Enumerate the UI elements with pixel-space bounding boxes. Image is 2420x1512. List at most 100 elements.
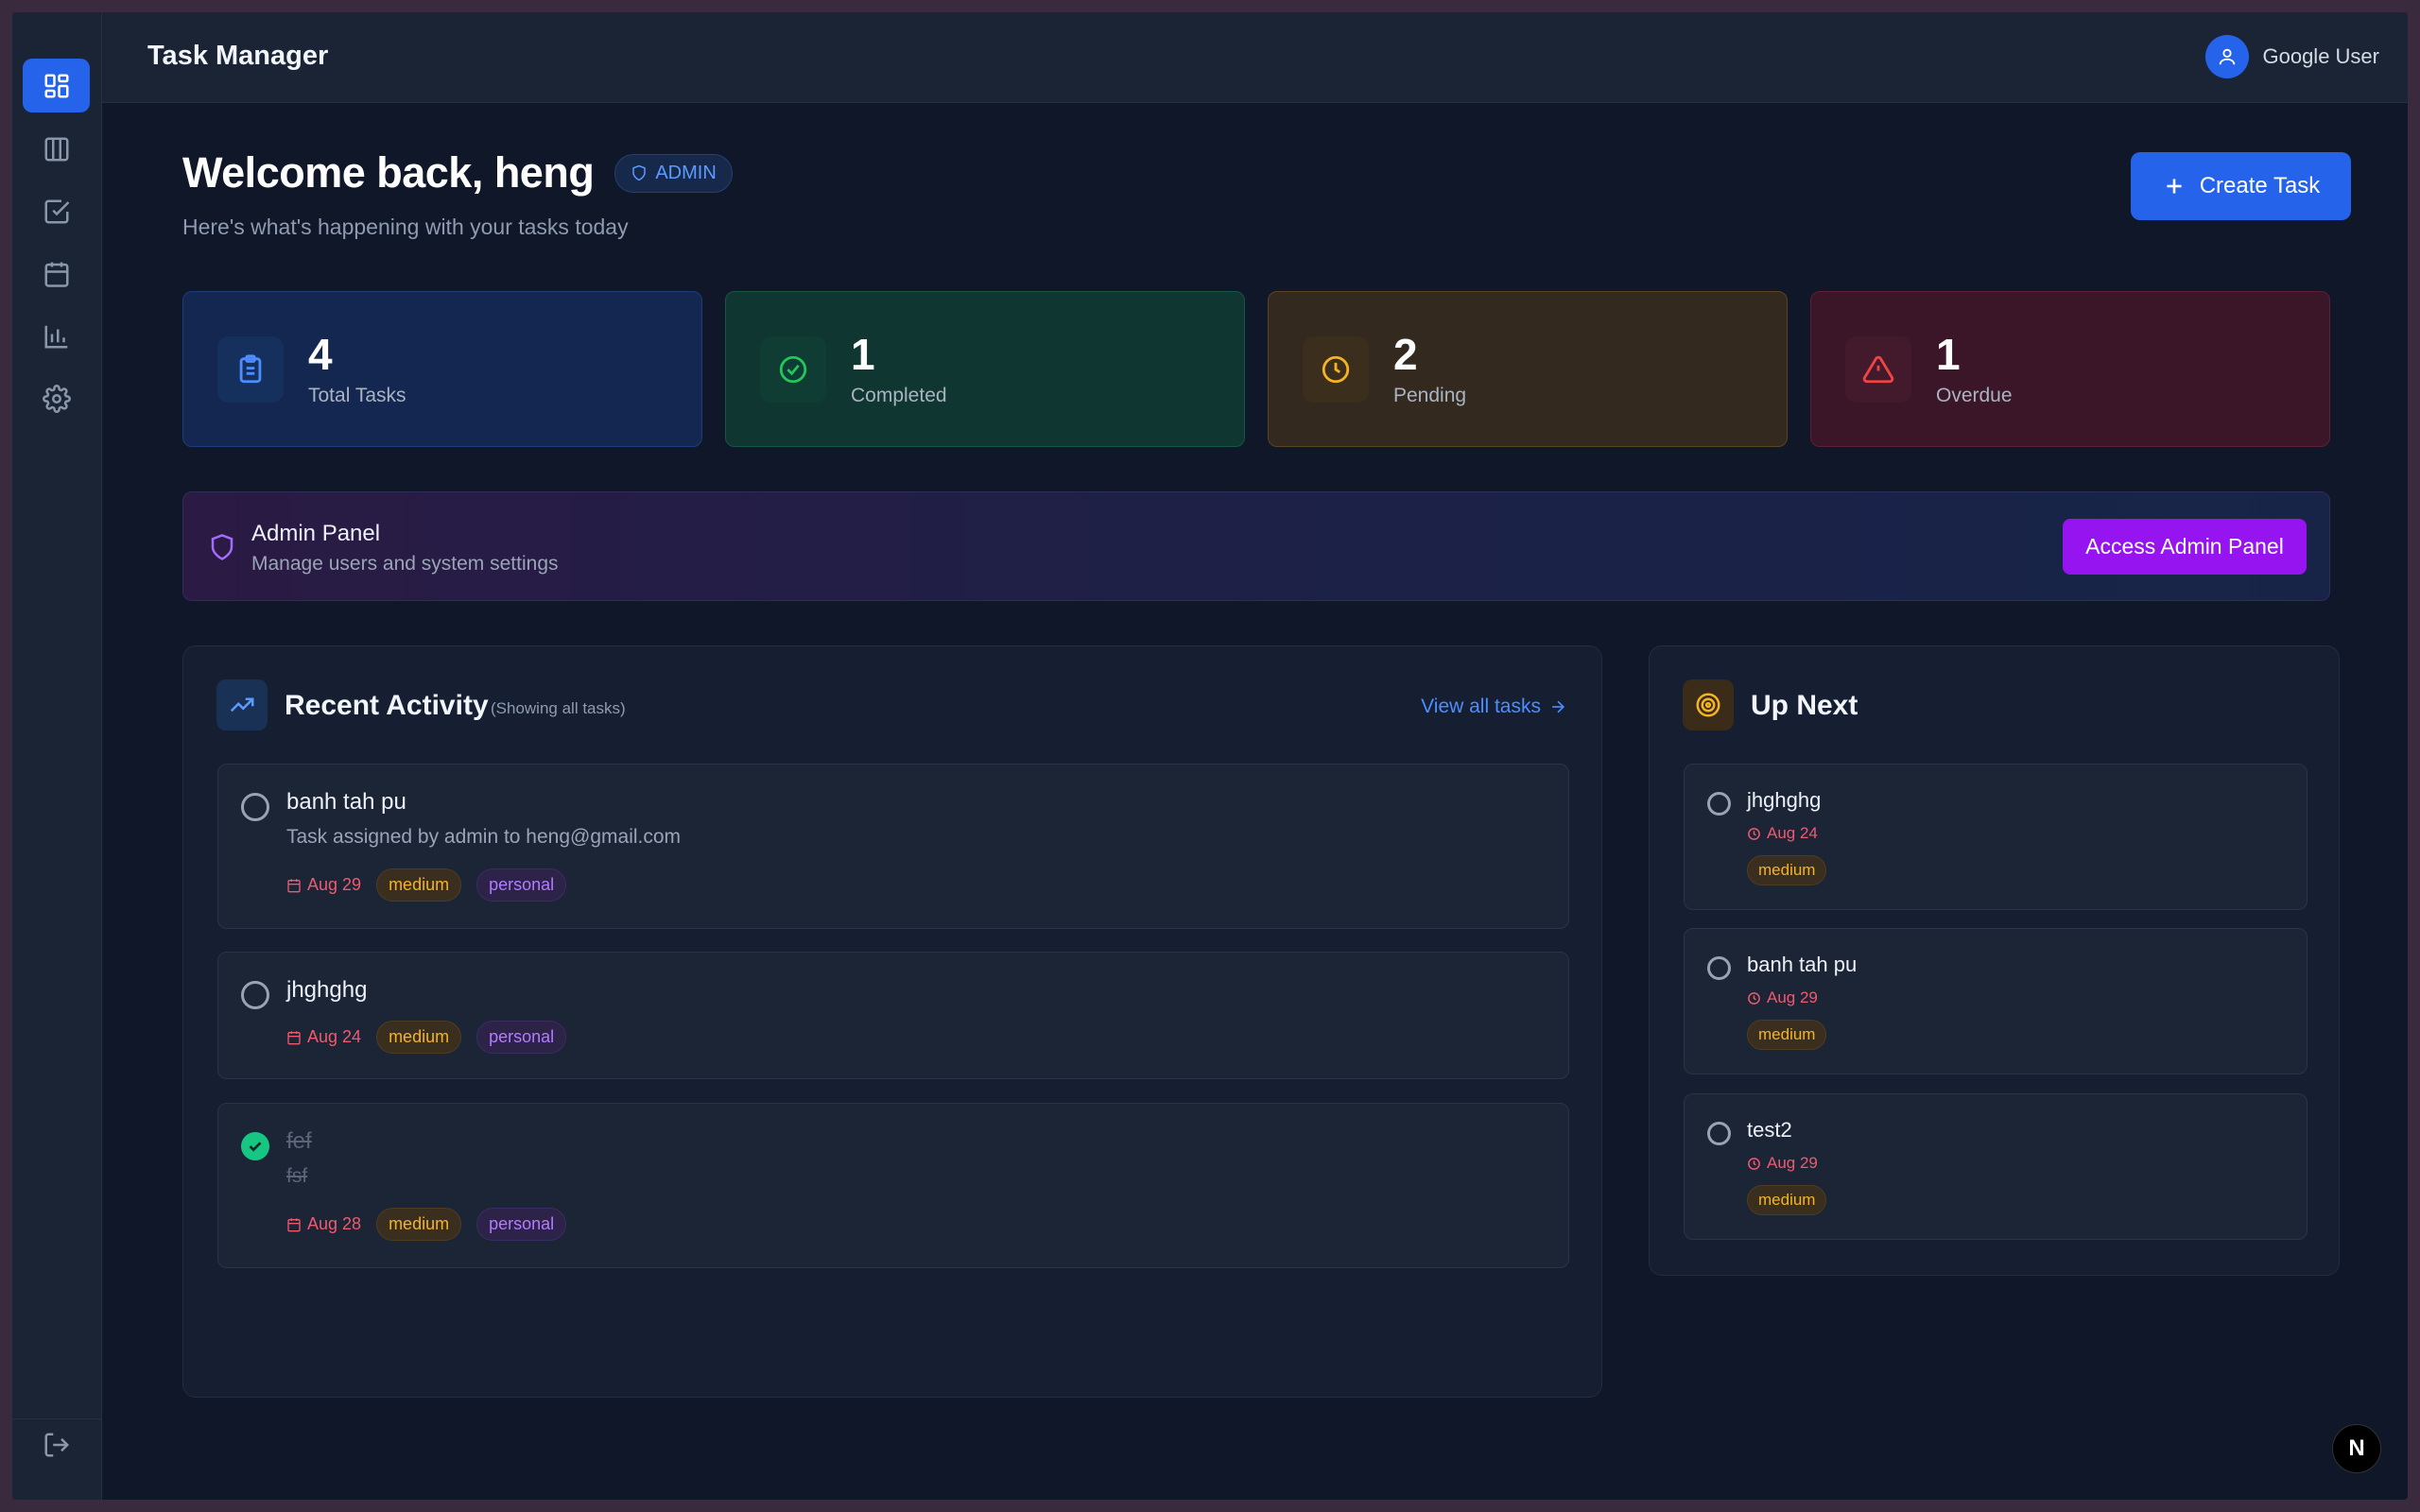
task-meta: Aug 24 medium personal <box>286 1021 567 1054</box>
shield-icon <box>632 164 647 181</box>
task-description: fsf <box>286 1165 308 1187</box>
category-badge: personal <box>476 1021 567 1054</box>
priority-badge: medium <box>376 1021 462 1054</box>
stat-card-completed: 1 Completed <box>725 291 1245 447</box>
task-description: Task assigned by admin to heng@gmail.com <box>286 826 682 848</box>
plus-icon <box>2167 179 2182 194</box>
columns-icon <box>44 137 68 161</box>
stat-value: 4 <box>308 330 333 380</box>
sidebar-item-calendar[interactable] <box>23 247 90 301</box>
task-checkbox[interactable] <box>241 793 269 821</box>
role-badge: ADMIN <box>614 153 733 193</box>
task-due-date: Aug 24 <box>1747 824 1818 843</box>
task-checkbox[interactable] <box>241 981 269 1009</box>
calendar-icon <box>287 878 301 892</box>
task-checkbox-checked[interactable] <box>241 1132 269 1160</box>
gear-icon <box>42 384 71 413</box>
task-date-text: Aug 29 <box>307 875 362 894</box>
task-title: banh tah pu <box>286 789 406 815</box>
category-badge: personal <box>476 1208 567 1241</box>
task-date-text: Aug 29 <box>1767 1154 1818 1172</box>
sidebar-item-analytics[interactable] <box>23 309 90 363</box>
task-due-date: Aug 24 <box>286 1027 361 1047</box>
user-icon <box>2220 48 2236 65</box>
admin-panel-banner: Admin Panel Manage users and system sett… <box>182 491 2330 601</box>
user-menu[interactable]: Google User <box>2205 35 2379 78</box>
calendar-icon <box>287 1217 301 1231</box>
task-title: jhghghg <box>1747 788 1822 812</box>
up-next-item[interactable]: test2 Aug 29 medium <box>1684 1093 2308 1240</box>
clock-icon <box>1303 335 1369 403</box>
view-all-tasks-link[interactable]: View all tasks <box>1421 696 1567 718</box>
task-item-completed[interactable]: fef fsf Aug 28 medium personal <box>217 1103 1569 1268</box>
access-admin-panel-button[interactable]: Access Admin Panel <box>2063 519 2307 575</box>
create-task-label: Create Task <box>2199 173 2321 198</box>
app-window: Task Manager Google User Welcome back, h… <box>12 12 2408 1500</box>
sidebar-item-settings[interactable] <box>23 371 90 425</box>
task-item[interactable]: jhghghg Aug 24 medium personal <box>217 952 1569 1079</box>
stat-value: 2 <box>1393 330 1418 380</box>
view-all-label: View all tasks <box>1421 696 1541 717</box>
priority-badge: medium <box>376 1208 462 1241</box>
dev-tools-badge[interactable]: N <box>2332 1424 2381 1473</box>
bar-chart-icon <box>44 325 67 348</box>
sidebar-item-board[interactable] <box>23 122 90 176</box>
task-checkbox[interactable] <box>1707 792 1731 816</box>
avatar[interactable] <box>2205 35 2250 78</box>
clock-icon <box>1748 1157 1760 1170</box>
create-task-button[interactable]: Create Task <box>2131 152 2351 220</box>
task-title: fef <box>286 1128 312 1154</box>
recent-activity-card: Recent Activity (Showing all tasks) View… <box>182 645 1602 1398</box>
dashboard-main: Welcome back, heng ADMIN Here's what's h… <box>102 103 2408 1500</box>
app-title: Task Manager <box>147 41 329 71</box>
stat-card-total: 4 Total Tasks <box>182 291 702 447</box>
task-due-date: Aug 29 <box>1747 988 1818 1007</box>
task-meta: Aug 28 medium personal <box>286 1208 567 1241</box>
stat-label: Total Tasks <box>308 384 406 406</box>
page-subtitle: Here's what's happening with your tasks … <box>182 215 629 239</box>
task-date-text: Aug 24 <box>307 1027 362 1046</box>
task-due-date: Aug 29 <box>286 875 361 895</box>
stat-label: Completed <box>851 384 947 406</box>
task-title: test2 <box>1747 1118 1792 1142</box>
welcome-row: Welcome back, heng ADMIN <box>182 148 733 198</box>
task-checkbox[interactable] <box>1707 956 1731 980</box>
page-title: Welcome back, heng <box>182 148 595 197</box>
priority-badge: medium <box>1747 855 1827 885</box>
task-title: jhghghg <box>286 977 368 1003</box>
task-date-text: Aug 29 <box>1767 988 1818 1006</box>
recent-activity-note: (Showing all tasks) <box>491 699 626 717</box>
logout-button[interactable] <box>23 1418 90 1471</box>
up-next-title: Up Next <box>1751 690 1858 721</box>
up-next-card: Up Next jhghghg Aug 24 medium banh tah p… <box>1649 645 2340 1276</box>
admin-panel-title: Admin Panel <box>251 521 381 546</box>
priority-badge: medium <box>376 868 462 902</box>
clock-icon <box>1748 827 1760 840</box>
task-checkbox[interactable] <box>1707 1122 1731 1145</box>
sidebar-item-dashboard[interactable] <box>23 59 90 112</box>
task-meta: Aug 29 medium personal <box>286 868 567 902</box>
task-item[interactable]: banh tah pu Task assigned by admin to he… <box>217 764 1569 929</box>
task-date-text: Aug 24 <box>1767 824 1818 842</box>
sidebar-item-tasks[interactable] <box>23 184 90 238</box>
sidebar <box>12 12 102 1500</box>
top-header: Task Manager Google User <box>102 12 2408 103</box>
task-due-date: Aug 28 <box>286 1214 361 1234</box>
arrow-right-icon <box>1552 700 1565 713</box>
clipboard-icon <box>217 335 284 403</box>
calendar-icon <box>44 262 68 287</box>
trending-up-icon <box>216 679 268 730</box>
task-title: banh tah pu <box>1747 953 1858 976</box>
stat-value: 1 <box>851 330 875 380</box>
up-next-item[interactable]: banh tah pu Aug 29 medium <box>1684 928 2308 1074</box>
stat-card-overdue: 1 Overdue <box>1810 291 2330 447</box>
target-icon <box>1683 679 1734 730</box>
task-date-text: Aug 28 <box>307 1214 362 1233</box>
priority-badge: medium <box>1747 1185 1827 1215</box>
user-name[interactable]: Google User <box>2262 44 2379 69</box>
up-next-item[interactable]: jhghghg Aug 24 medium <box>1684 764 2308 910</box>
logout-icon <box>44 1433 69 1456</box>
stat-value: 1 <box>1936 330 1961 380</box>
stat-label: Overdue <box>1936 384 2013 406</box>
role-badge-label: ADMIN <box>655 162 717 183</box>
